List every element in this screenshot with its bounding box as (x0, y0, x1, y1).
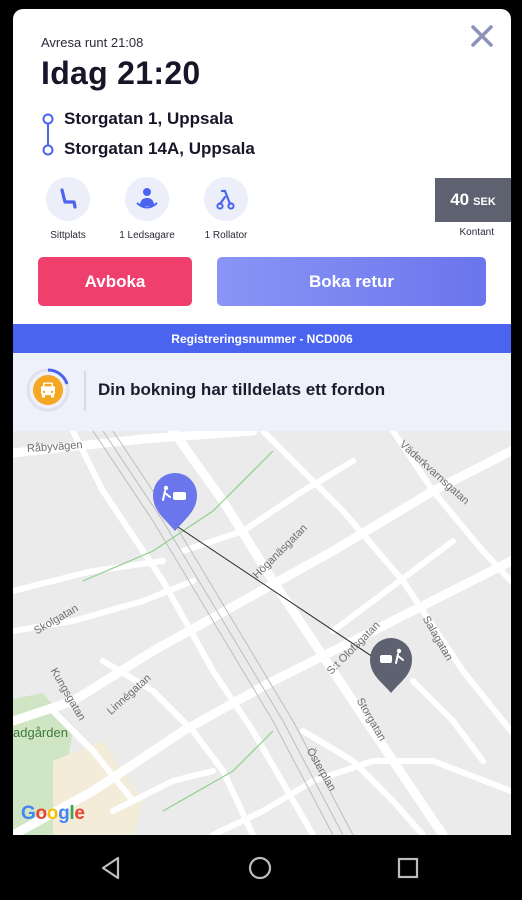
status-message: Din bokning har tilldelats ett fordon (98, 380, 386, 399)
book-return-button[interactable]: Boka retur (217, 257, 486, 306)
home-circle-icon (248, 856, 272, 880)
back-triangle-icon (101, 856, 120, 880)
service-rollator: 1 Rollator (186, 177, 266, 241)
payment-method: Kontant (459, 227, 494, 238)
departure-note: Avresa runt 21:08 (41, 35, 144, 50)
back-button[interactable] (98, 855, 124, 881)
service-seat: Sittplats (28, 177, 108, 241)
service-label: 1 Rollator (204, 230, 248, 241)
dropoff-address: Storgatan 14A, Uppsala (64, 139, 255, 158)
google-logo: Google (21, 803, 85, 824)
service-label: Sittplats (50, 230, 86, 241)
recents-button[interactable] (395, 855, 421, 881)
pickup-address: Storgatan 1, Uppsala (64, 109, 234, 128)
android-navigation-bar (0, 835, 522, 900)
close-button[interactable] (469, 23, 495, 49)
rollator-icon (204, 177, 248, 221)
close-icon (471, 25, 493, 47)
service-label: 1 Ledsagare (119, 230, 175, 241)
map-view[interactable]: Råbyvägen Väderkvarnsgatan Höganäsgatan … (13, 431, 511, 835)
seat-icon (46, 177, 90, 221)
service-companion: 1 Ledsagare (107, 177, 187, 241)
vehicle-assigned-icon (26, 368, 70, 412)
booking-time-title: Idag 21:20 (41, 55, 201, 91)
status-divider (84, 371, 86, 411)
park-label: adgården (13, 725, 68, 740)
companion-icon (125, 177, 169, 221)
price-badge: 40 SEK (435, 178, 511, 222)
route-line-icon (42, 113, 54, 156)
registration-number-bar: Registreringsnummer - NCD006 (13, 324, 511, 353)
booking-status: Din bokning har tilldelats ett fordon (13, 353, 511, 431)
pickup-marker-icon[interactable] (153, 473, 197, 531)
booking-card: Avresa runt 21:08 Idag 21:20 Storgatan 1… (13, 9, 511, 835)
price-currency: SEK (473, 195, 496, 208)
price-amount: 40 (450, 190, 470, 209)
cancel-booking-button[interactable]: Avboka (38, 257, 192, 306)
recents-square-icon (397, 857, 419, 879)
home-button[interactable] (247, 855, 273, 881)
vehicle-marker-icon[interactable] (370, 638, 412, 693)
